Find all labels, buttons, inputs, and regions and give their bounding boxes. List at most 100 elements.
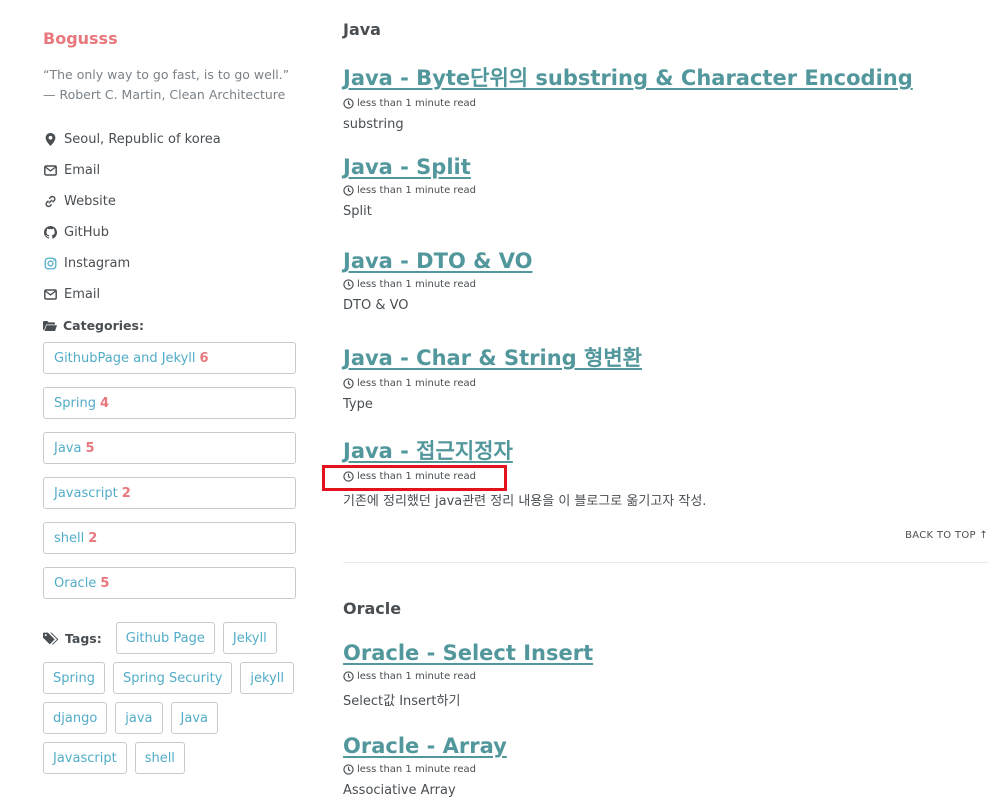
author-bio: “The only way to go fast, is to go well.… [43, 67, 290, 102]
github-label[interactable]: GitHub [64, 225, 109, 240]
category-count: 4 [99, 395, 109, 411]
tag-java[interactable]: Java [170, 702, 218, 734]
author-link-github[interactable]: GitHub [43, 217, 221, 248]
author-link-email-2[interactable]: Email [43, 279, 221, 310]
clock-icon [343, 185, 354, 196]
read-time: less than 1 minute read [357, 279, 476, 290]
category-oracle[interactable]: Oracle 5 [43, 567, 296, 599]
envelope-icon [43, 164, 57, 178]
clock-icon [343, 98, 354, 109]
category-count: 2 [88, 530, 98, 546]
read-time: less than 1 minute read [357, 378, 476, 389]
read-time: less than 1 minute read [357, 671, 476, 682]
post-excerpt: 기존에 정리했던 java관련 정리 내용을 이 블로그로 옮기고자 작성. [343, 494, 707, 509]
tag-shell[interactable]: shell [134, 742, 185, 774]
tags-heading: Tags: [43, 622, 102, 654]
post-meta: less than 1 minute read [343, 185, 988, 196]
post-title-link[interactable]: Oracle - Array [343, 734, 988, 758]
post-excerpt: Associative Array [343, 783, 456, 798]
post-meta: less than 1 minute read [343, 764, 988, 775]
post-title-link[interactable]: Java - 접근지정자 [343, 435, 988, 465]
author-link-instagram[interactable]: Instagram [43, 248, 221, 279]
instagram-icon [43, 257, 57, 271]
category-name: shell [54, 530, 85, 546]
tags-icon [43, 632, 59, 645]
tag-list: Tags: Github Page Jekyll Spring Spring S… [43, 622, 308, 782]
post-excerpt: substring [343, 117, 404, 132]
tag-jekyll[interactable]: Jekyll [222, 622, 277, 654]
tags-label: Tags: [65, 630, 102, 646]
post-title-link[interactable]: Java - Char & String 형변환 [343, 342, 988, 372]
author-location: Seoul, Republic of korea [43, 124, 221, 155]
tag-jekyll-lower[interactable]: jekyll [240, 662, 295, 694]
highlight-box [322, 465, 507, 491]
category-javascript[interactable]: Javascript 2 [43, 477, 296, 509]
back-to-top-link[interactable]: BACK TO TOP ↑ [905, 530, 988, 541]
section-title-java: Java [343, 20, 381, 39]
instagram-label[interactable]: Instagram [64, 256, 130, 271]
clock-icon [343, 764, 354, 775]
section-divider [343, 562, 988, 563]
category-shell[interactable]: shell 2 [43, 522, 296, 554]
folder-open-icon [43, 320, 57, 331]
post-item: Java - DTO & VO less than 1 minute read … [343, 249, 988, 313]
categories-label: Categories: [63, 318, 144, 333]
post-meta: less than 1 minute read [343, 378, 988, 389]
tag-django[interactable]: django [43, 702, 108, 734]
map-marker-icon [43, 133, 57, 147]
category-count: 2 [121, 485, 131, 501]
category-name: Spring [54, 395, 96, 411]
read-time: less than 1 minute read [357, 185, 476, 196]
category-count: 5 [85, 440, 95, 456]
link-icon [43, 195, 57, 209]
post-meta: less than 1 minute read [343, 279, 988, 290]
section-title-oracle: Oracle [343, 599, 402, 618]
read-time: less than 1 minute read [357, 98, 476, 109]
category-githubpage-and-jekyll[interactable]: GithubPage and Jekyll 6 [43, 342, 296, 374]
post-excerpt: Split [343, 204, 372, 219]
envelope-icon [43, 288, 57, 302]
tag-javascript[interactable]: Javascript [43, 742, 127, 774]
post-excerpt: Select값 Insert하기 [343, 694, 461, 709]
post-title-link[interactable]: Java - Byte단위의 substring & Character Enc… [343, 62, 988, 92]
author-name[interactable]: Bogusss [43, 29, 118, 48]
post-item: Java - Split less than 1 minute read Spl… [343, 155, 988, 219]
post-title-link[interactable]: Java - DTO & VO [343, 249, 988, 273]
location-label: Seoul, Republic of korea [64, 132, 221, 147]
category-java[interactable]: Java 5 [43, 432, 296, 464]
clock-icon [343, 279, 354, 290]
tag-java-lower[interactable]: java [115, 702, 163, 734]
category-list: GithubPage and Jekyll 6 Spring 4 Java 5 Jav… [43, 342, 296, 612]
post-item: Java - Char & String 형변환 less than 1 min… [343, 342, 988, 412]
tag-github-page[interactable]: Github Page [115, 622, 215, 654]
github-icon [43, 226, 57, 240]
author-links: Seoul, Republic of korea Email Website G… [43, 124, 221, 310]
author-link-website[interactable]: Website [43, 186, 221, 217]
tag-spring-security[interactable]: Spring Security [112, 662, 233, 694]
category-name: Javascript [54, 485, 118, 501]
post-title-link[interactable]: Oracle - Select Insert [343, 641, 988, 665]
category-name: Java [54, 440, 82, 456]
clock-icon [343, 378, 354, 389]
read-time: less than 1 minute read [357, 764, 476, 775]
category-count: 6 [199, 350, 209, 366]
post-title-link[interactable]: Java - Split [343, 155, 988, 179]
post-meta: less than 1 minute read [343, 671, 988, 682]
tag-spring[interactable]: Spring [43, 662, 105, 694]
category-name: Oracle [54, 575, 97, 591]
author-link-email[interactable]: Email [43, 155, 221, 186]
email-label-2[interactable]: Email [64, 287, 100, 302]
email-label[interactable]: Email [64, 163, 100, 178]
post-item: Oracle - Select Insert less than 1 minut… [343, 641, 988, 709]
clock-icon [343, 671, 354, 682]
category-spring[interactable]: Spring 4 [43, 387, 296, 419]
post-meta: less than 1 minute read [343, 98, 988, 109]
post-excerpt: Type [343, 397, 373, 412]
categories-heading: Categories: [43, 318, 144, 333]
category-name: GithubPage and Jekyll [54, 350, 196, 366]
website-label[interactable]: Website [64, 194, 116, 209]
post-item: Java - Byte단위의 substring & Character Enc… [343, 62, 988, 132]
post-item: Oracle - Array less than 1 minute read A… [343, 734, 988, 798]
category-count: 5 [100, 575, 110, 591]
post-excerpt: DTO & VO [343, 298, 409, 313]
